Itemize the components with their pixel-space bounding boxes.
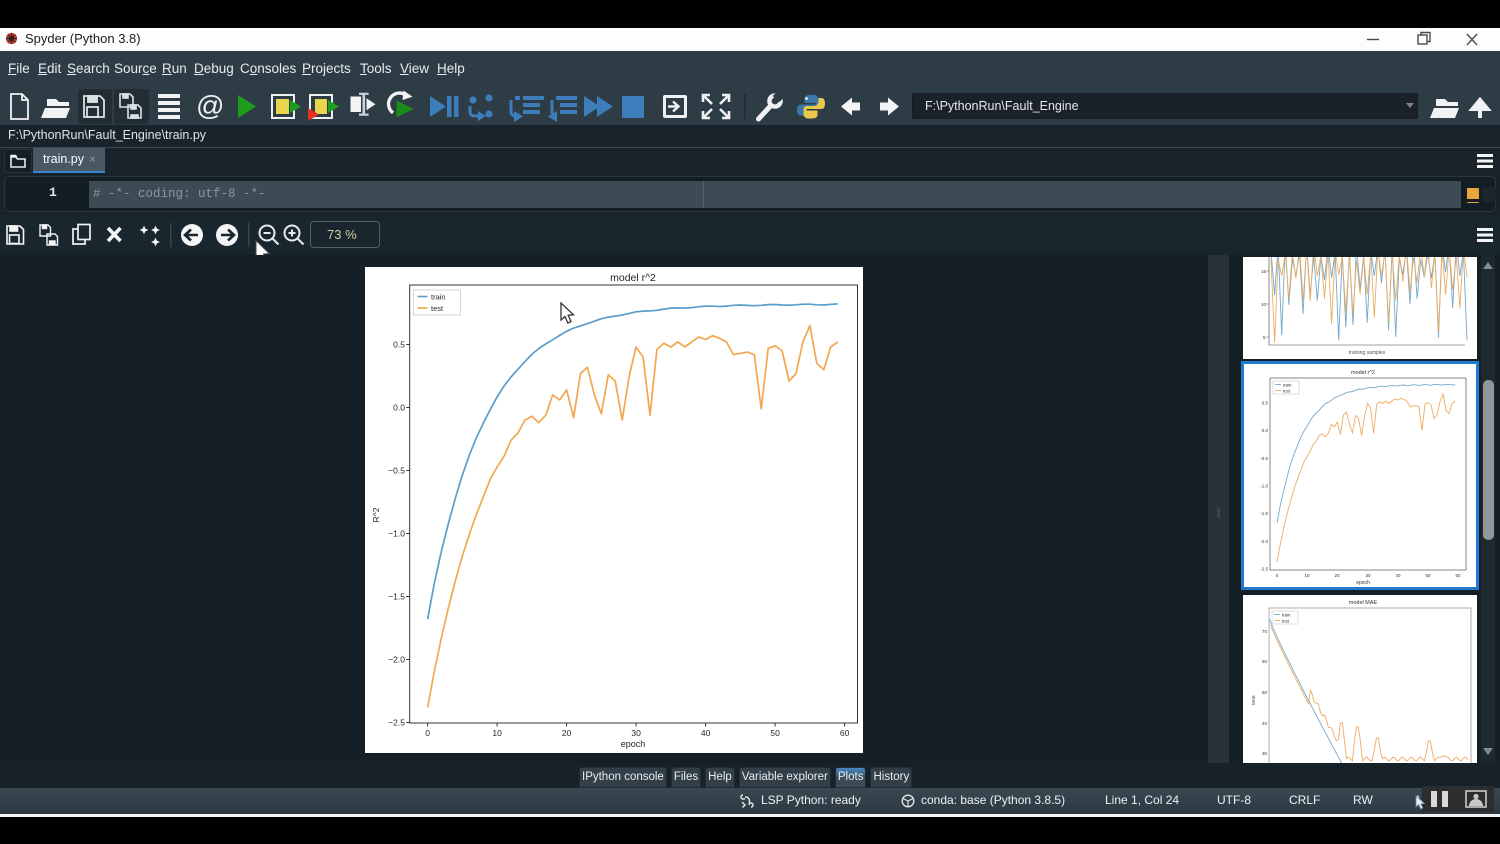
svg-text:10: 10 [1304, 573, 1310, 578]
svg-text:10: 10 [1261, 302, 1267, 307]
svg-text:MAE: MAE [1251, 695, 1256, 705]
svg-text:train: train [431, 293, 446, 302]
svg-text:50: 50 [1262, 690, 1268, 695]
svg-text:model r^2: model r^2 [610, 272, 656, 284]
svg-text:40: 40 [1262, 721, 1268, 726]
svg-text:-2.0: -2.0 [1260, 539, 1268, 544]
svg-text:−0.5: −0.5 [388, 466, 405, 476]
svg-text:-1.5: -1.5 [1260, 511, 1268, 516]
svg-text:10: 10 [492, 728, 502, 738]
svg-text:70: 70 [1262, 629, 1268, 634]
svg-text:training samples: training samples [1349, 350, 1386, 356]
svg-text:R^2: R^2 [371, 507, 381, 522]
svg-text:50: 50 [1425, 573, 1431, 578]
svg-text:test: test [431, 304, 444, 313]
svg-text:model r^2: model r^2 [1351, 370, 1375, 376]
svg-text:-0.5: -0.5 [1260, 456, 1268, 461]
svg-text:−2.5: −2.5 [388, 718, 405, 728]
svg-text:30: 30 [1365, 573, 1371, 578]
svg-text:40: 40 [701, 728, 711, 738]
svg-text:0.0: 0.0 [1262, 428, 1269, 433]
svg-text:0.5: 0.5 [1262, 401, 1269, 406]
svg-text:test: test [1283, 389, 1291, 394]
svg-text:−1.5: −1.5 [388, 592, 405, 602]
svg-text:epoch: epoch [1356, 580, 1370, 586]
svg-text:40: 40 [1395, 573, 1401, 578]
svg-text:0.5: 0.5 [393, 340, 405, 350]
svg-text:train: train [1283, 383, 1292, 388]
svg-text:60: 60 [1262, 659, 1268, 664]
svg-text:20: 20 [1334, 573, 1340, 578]
svg-text:@: @ [196, 90, 224, 121]
svg-text:60: 60 [1455, 573, 1461, 578]
svg-text:model MAE: model MAE [1349, 600, 1378, 606]
svg-text:-2.5: -2.5 [1260, 567, 1268, 572]
svg-text:50: 50 [770, 728, 780, 738]
svg-text:−2.0: −2.0 [388, 655, 405, 665]
svg-text:15: 15 [1261, 269, 1267, 274]
svg-text:-1.0: -1.0 [1260, 484, 1268, 489]
svg-text:−1.0: −1.0 [388, 529, 405, 539]
svg-text:0.0: 0.0 [393, 403, 405, 413]
svg-text:test: test [1282, 619, 1290, 624]
svg-text:train: train [1282, 613, 1291, 618]
svg-text:20: 20 [562, 728, 572, 738]
svg-text:epoch: epoch [621, 739, 646, 749]
svg-text:30: 30 [631, 728, 641, 738]
svg-text:30: 30 [1262, 751, 1268, 756]
svg-text:0: 0 [425, 728, 430, 738]
svg-text:60: 60 [840, 728, 850, 738]
